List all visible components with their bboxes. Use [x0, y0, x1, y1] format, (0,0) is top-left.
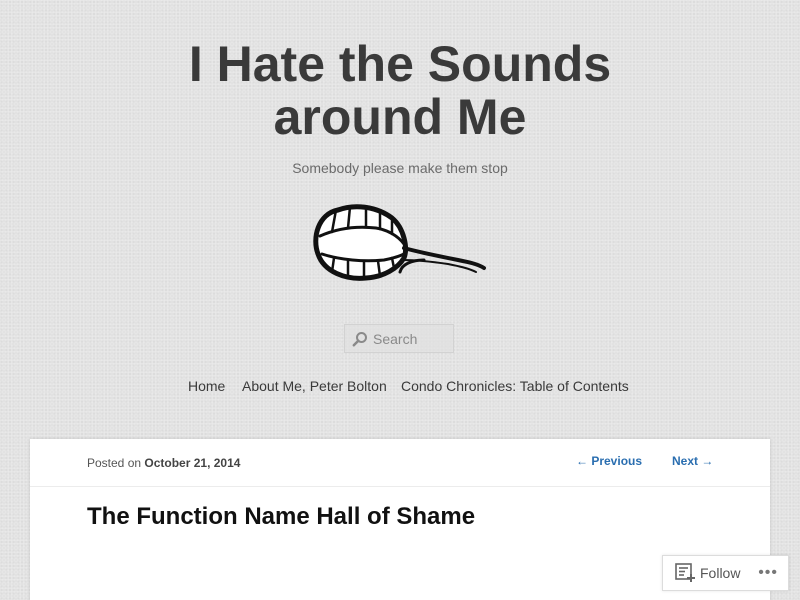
- next-post-link[interactable]: Next →: [672, 454, 713, 468]
- nav-item-condo-chronicles[interactable]: Condo Chronicles: Table of Contents: [401, 378, 629, 394]
- more-options-icon[interactable]: •••: [758, 564, 778, 582]
- follow-label: Follow: [700, 565, 741, 581]
- site-title: I Hate the Sounds around Me: [0, 38, 800, 144]
- site-title-line2: around Me: [273, 89, 527, 145]
- posted-on-label: Posted on: [87, 456, 142, 470]
- nav-item-home[interactable]: Home: [188, 378, 225, 394]
- entry-meta: Posted on October 21, 2014: [87, 456, 240, 470]
- follow-widget: Follow •••: [662, 555, 789, 591]
- post-date-link[interactable]: October 21, 2014: [144, 456, 240, 470]
- search-input[interactable]: [373, 330, 453, 347]
- site-tagline: Somebody please make them stop: [292, 160, 508, 176]
- nav-item-about-me[interactable]: About Me, Peter Bolton: [242, 378, 387, 394]
- post-card: Posted on October 21, 2014 ← Previous Ne…: [30, 439, 770, 600]
- follow-reader-icon: [675, 563, 695, 582]
- follow-button[interactable]: Follow: [663, 556, 740, 590]
- search-box[interactable]: [344, 324, 454, 353]
- site-title-link[interactable]: I Hate the Sounds around Me: [189, 36, 611, 145]
- site-title-line1: I Hate the Sounds: [188, 36, 612, 92]
- search-icon: [352, 331, 367, 346]
- previous-post-link[interactable]: ← Previous: [576, 454, 642, 468]
- post-title: The Function Name Hall of Shame: [87, 503, 476, 530]
- main-navigation: Home About Me, Peter Bolton Condo Chroni…: [0, 378, 800, 396]
- header-mouth-image[interactable]: [308, 198, 492, 290]
- divider: [30, 486, 770, 487]
